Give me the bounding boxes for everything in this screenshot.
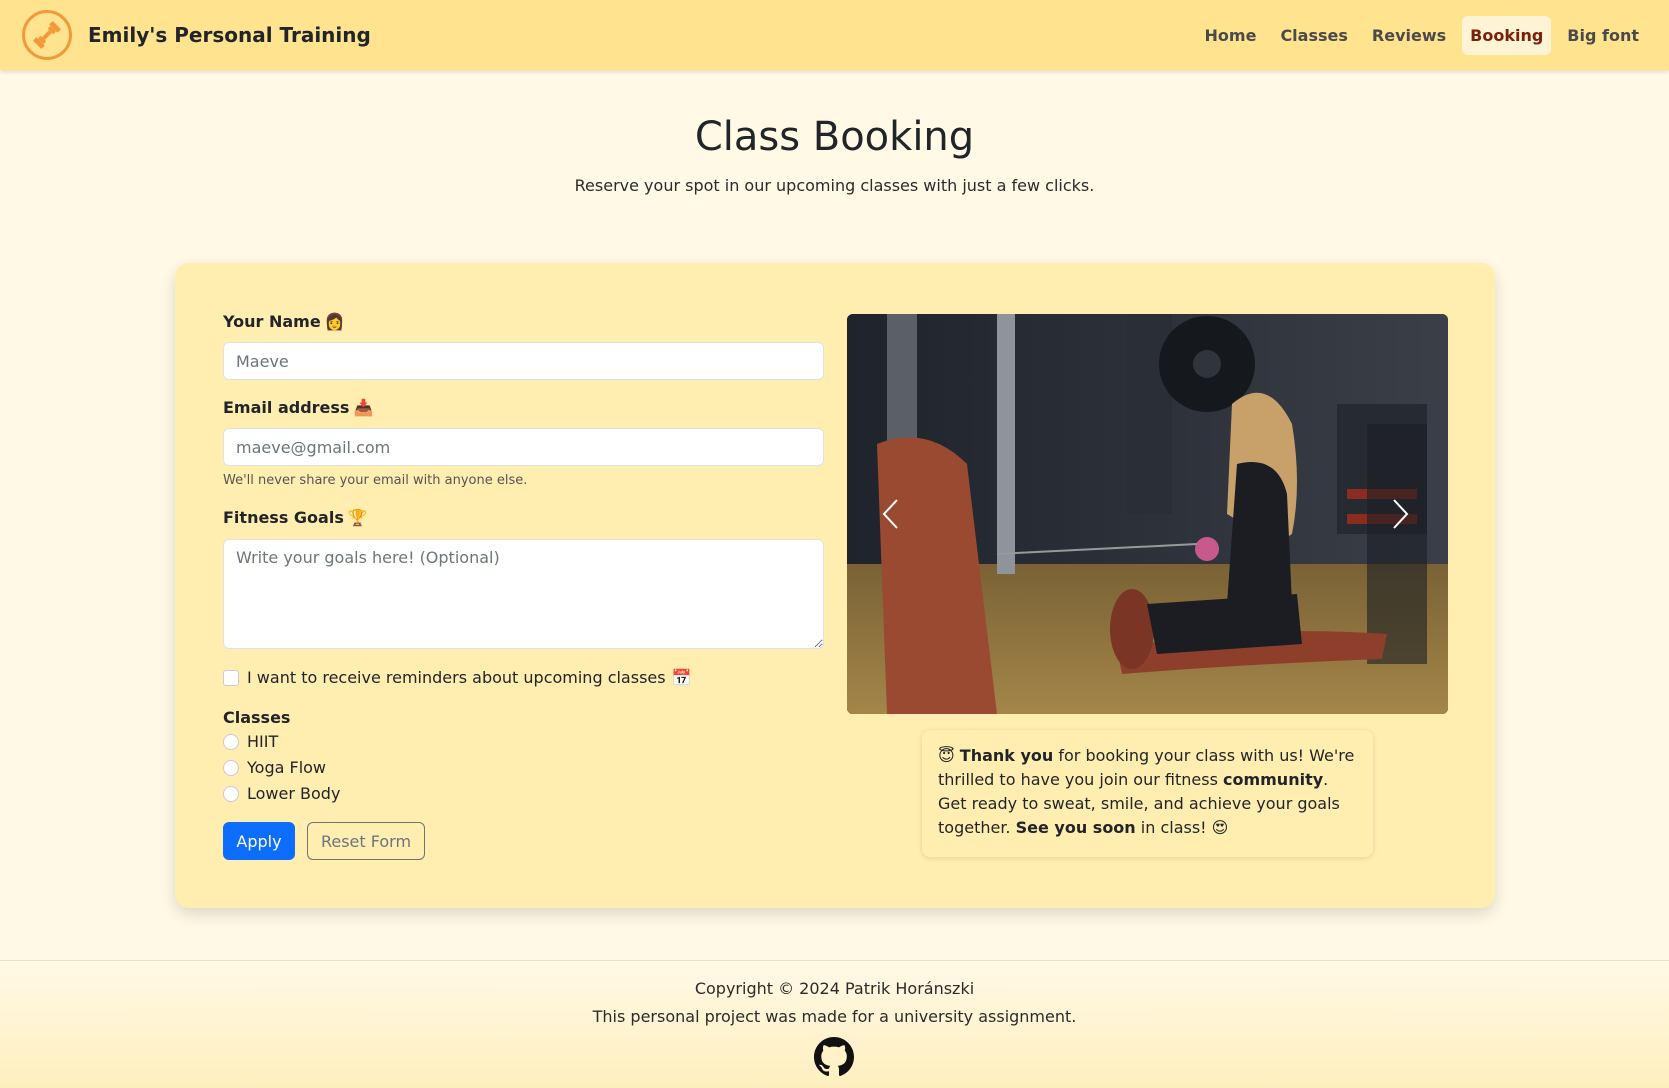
reminder-checkbox-row[interactable]: I want to receive reminders about upcomi…: [223, 668, 692, 687]
reset-form-button[interactable]: Reset Form: [307, 822, 425, 860]
reminder-label: I want to receive reminders about upcomi…: [247, 668, 666, 687]
carousel-prev-button[interactable]: [871, 489, 911, 539]
goals-label: Fitness Goals 🏆: [223, 508, 368, 527]
woman-emoji-icon: 👩: [324, 312, 345, 331]
halo-emoji-icon: 😇: [938, 746, 955, 765]
name-label-text: Your Name: [223, 312, 321, 331]
inbox-emoji-icon: 📥: [353, 398, 374, 417]
email-input[interactable]: [223, 428, 824, 466]
carousel-next-button[interactable]: [1380, 489, 1420, 539]
apply-button[interactable]: Apply: [223, 822, 295, 860]
nav-link-home[interactable]: Home: [1197, 16, 1265, 55]
classes-label: Classes: [223, 708, 291, 727]
goals-textarea[interactable]: [223, 539, 824, 649]
page-subtitle: Reserve your spot in our upcoming classe…: [574, 176, 1095, 195]
class-option-label: HIIT: [247, 732, 279, 751]
page-title: Class Booking: [694, 114, 975, 160]
image-carousel: [847, 314, 1448, 714]
goals-label-text: Fitness Goals: [223, 508, 344, 527]
email-label-text: Email address: [223, 398, 350, 417]
email-help-text: We'll never share your email with anyone…: [223, 473, 528, 488]
chevron-left-icon: [882, 499, 898, 529]
thank-you-bold: Thank you: [959, 746, 1054, 765]
see-you-soon-bold: See you soon: [1015, 818, 1136, 837]
footer-copyright: Copyright © 2024 Patrik Horánszki: [694, 979, 975, 998]
heart-eyes-emoji-icon: 😍: [1211, 818, 1229, 837]
radio-button[interactable]: [223, 785, 239, 802]
class-option-hiit[interactable]: HIIT: [223, 732, 278, 751]
class-option-label: Lower Body: [247, 784, 341, 803]
name-label: Your Name 👩: [223, 312, 345, 331]
footer: Copyright © 2024 Patrik Horánszki This p…: [0, 960, 1669, 1088]
community-bold: community: [1222, 770, 1324, 789]
reminder-checkbox[interactable]: [223, 669, 239, 686]
booking-card: Your Name 👩 Email address 📥 We'll never …: [175, 263, 1495, 908]
trophy-emoji-icon: 🏆: [347, 508, 368, 527]
nav-links: Home Classes Reviews Booking Big font: [1189, 15, 1647, 55]
class-option-lower-body[interactable]: Lower Body: [223, 784, 340, 803]
navbar: Emily's Personal Training Home Classes R…: [0, 0, 1669, 70]
brand-name: Emily's Personal Training: [88, 23, 371, 47]
footer-note: This personal project was made for a uni…: [592, 1007, 1077, 1026]
brand[interactable]: Emily's Personal Training: [22, 10, 371, 60]
name-input[interactable]: [223, 342, 824, 380]
thank-you-card: 😇 Thank you for booking your class with …: [922, 730, 1373, 857]
nav-link-big-font[interactable]: Big font: [1559, 16, 1647, 55]
class-option-yoga-flow[interactable]: Yoga Flow: [223, 758, 326, 777]
thank-you-text-3: in class!: [1135, 818, 1212, 837]
nav-link-classes[interactable]: Classes: [1272, 16, 1355, 55]
radio-button[interactable]: [223, 733, 239, 750]
github-link[interactable]: [814, 1037, 854, 1081]
gym-photo: [847, 314, 1448, 714]
nav-link-reviews[interactable]: Reviews: [1364, 16, 1454, 55]
nav-link-booking[interactable]: Booking: [1462, 15, 1552, 55]
radio-button[interactable]: [223, 759, 239, 776]
github-icon: [814, 1037, 854, 1077]
calendar-emoji-icon: 📅: [671, 668, 692, 687]
dumbbell-icon: [22, 10, 72, 60]
email-label: Email address 📥: [223, 398, 373, 417]
chevron-right-icon: [1393, 499, 1409, 529]
class-option-label: Yoga Flow: [247, 758, 327, 777]
